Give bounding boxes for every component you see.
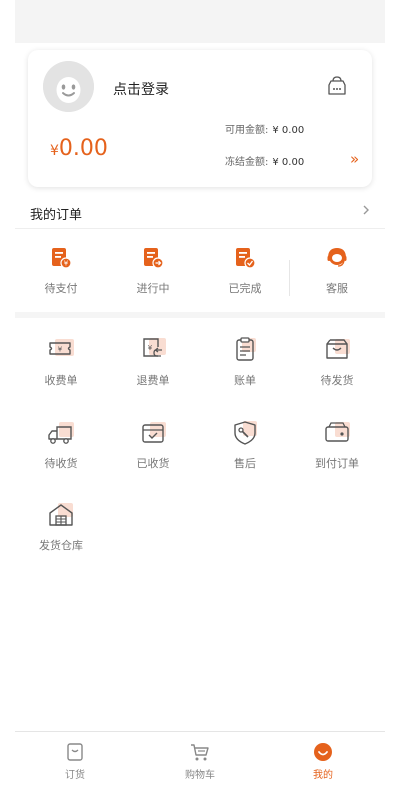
available-label: 可用金额:: [225, 125, 269, 136]
login-link[interactable]: 点击登录: [113, 79, 169, 99]
profile-screen: 点击登录 ¥0.00 可用金额: ¥ 0.00 冻结金额: ¥ 0.00 » 我的订…: [15, 0, 385, 800]
order-status-in-progress[interactable]: 进行中: [107, 230, 199, 312]
warehouse-icon: [49, 503, 73, 526]
my-orders-header[interactable]: 我的订单: [15, 195, 385, 229]
section-separator: [15, 312, 385, 318]
nav-item-profile[interactable]: 我的: [268, 732, 378, 792]
profile-icon: [314, 743, 332, 761]
double-chevron-right-icon[interactable]: »: [350, 150, 359, 168]
grid-item-label: 售后: [234, 457, 256, 470]
frozen-value: ¥ 0.00: [272, 157, 305, 168]
grid-item-label: 已收货: [136, 457, 170, 470]
completed-icon: [236, 248, 256, 269]
received-icon: [142, 422, 166, 443]
balance-amount: ¥0.00: [50, 136, 108, 161]
grid-item-label: 收费单: [44, 374, 78, 387]
avatar[interactable]: [43, 61, 94, 112]
order-status-customer-service[interactable]: 客服: [291, 230, 383, 312]
svg-text:¥: ¥: [64, 260, 69, 268]
grid-item-warehouse[interactable]: 发货仓库: [15, 501, 107, 571]
my-orders-title: 我的订单: [30, 208, 83, 223]
grid-item-label: 待收货: [44, 457, 78, 470]
grid-item-label: 发货仓库: [39, 539, 83, 552]
to-ship-icon: [326, 339, 350, 359]
grid-item-label: 待发货: [320, 374, 354, 387]
nav-item-cart[interactable]: 购物车: [145, 732, 255, 792]
refund-icon: ¥: [143, 338, 166, 357]
grid-item-refund[interactable]: ¥ 退费单: [107, 336, 199, 406]
grid-item-received[interactable]: 已收货: [107, 419, 199, 489]
nav-label: 我的: [313, 770, 333, 781]
grid-item-to-receive[interactable]: 待收货: [15, 419, 107, 489]
balance-value: 0.00: [58, 136, 108, 161]
order-status-row: ¥ 待支付 进行中 已完成 客服: [15, 230, 385, 312]
currency-symbol: ¥: [50, 143, 59, 159]
grid-item-cash-on-delivery[interactable]: 到付订单: [291, 419, 383, 489]
available-balance: 可用金额: ¥ 0.00: [225, 121, 304, 136]
grid-item-label: 账单: [234, 374, 256, 387]
bottom-nav: 订货 购物车 我的: [15, 731, 385, 800]
divider: [289, 260, 290, 296]
order-icon: [67, 743, 83, 761]
svg-text:¥: ¥: [148, 344, 153, 352]
charge-ticket-icon: ¥: [49, 339, 74, 356]
order-status-label: 客服: [326, 282, 348, 295]
grid-item-label: 退费单: [136, 374, 170, 387]
nav-label: 购物车: [185, 770, 215, 781]
cart-icon: [191, 744, 209, 761]
order-status-label: 已完成: [228, 282, 262, 295]
nav-item-order[interactable]: 订货: [20, 732, 130, 792]
avatar-face-icon: [43, 61, 94, 112]
in-progress-icon: [144, 248, 164, 269]
cash-on-delivery-icon: [325, 422, 350, 442]
grid-item-to-ship[interactable]: 待发货: [291, 336, 383, 406]
frozen-balance: 冻结金额: ¥ 0.00: [225, 153, 304, 168]
status-bar-area: [15, 0, 385, 43]
to-receive-icon: [48, 422, 74, 444]
frozen-label: 冻结金额:: [225, 157, 269, 168]
nav-label: 订货: [65, 770, 85, 781]
svg-text:¥: ¥: [58, 346, 63, 354]
after-sales-icon: [234, 421, 257, 445]
grid-item-label: 到付订单: [315, 457, 359, 470]
order-status-label: 待支付: [44, 282, 78, 295]
chevron-right-icon: [363, 205, 369, 215]
pending-payment-icon: ¥: [52, 248, 72, 269]
order-status-label: 进行中: [136, 282, 170, 295]
bill-icon: [236, 337, 256, 361]
profile-card: 点击登录 ¥0.00 可用金额: ¥ 0.00 冻结金额: ¥ 0.00 »: [28, 50, 372, 187]
shop-icon[interactable]: [326, 75, 348, 97]
order-status-completed[interactable]: 已完成: [199, 230, 291, 312]
grid-item-after-sales[interactable]: 售后: [199, 419, 291, 489]
available-value: ¥ 0.00: [272, 125, 305, 136]
grid-item-bill[interactable]: 账单: [199, 336, 291, 406]
grid-item-charge-ticket[interactable]: ¥ 收费单: [15, 336, 107, 406]
customer-service-icon: [327, 247, 347, 267]
order-status-pending-payment[interactable]: ¥ 待支付: [15, 230, 107, 312]
